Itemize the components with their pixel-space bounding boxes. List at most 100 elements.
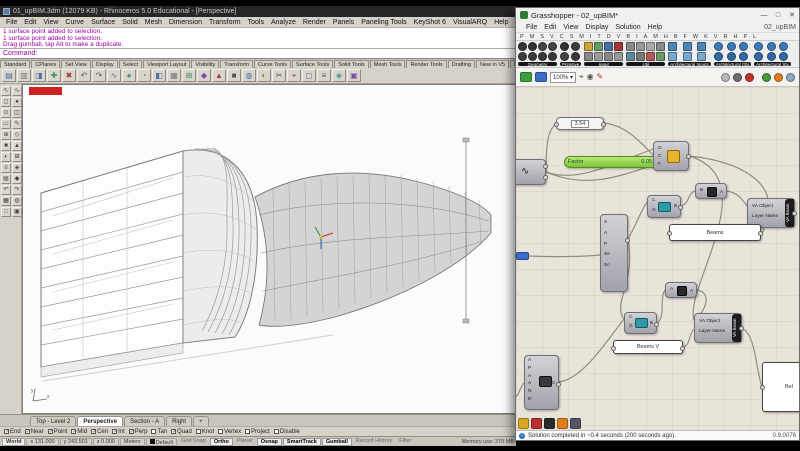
param-icon[interactable]	[697, 42, 707, 51]
input-port-label[interactable]: N	[528, 389, 558, 395]
param-icon[interactable]	[518, 52, 527, 61]
solver-pause-icon[interactable]	[745, 72, 754, 82]
minimize-button[interactable]: —	[757, 9, 771, 22]
osnap-option[interactable]: Disable	[273, 429, 300, 435]
side-toolbar-icon[interactable]: ◆	[12, 174, 22, 184]
output-port[interactable]	[556, 382, 561, 387]
param-icon[interactable]	[548, 52, 557, 61]
osnap-option[interactable]: Point	[47, 429, 67, 435]
toolbar-icon[interactable]: ▤	[2, 69, 16, 82]
panel-group-label[interactable]: Util	[626, 62, 666, 66]
component-tab[interactable]: B	[673, 34, 679, 40]
menu-item[interactable]: Dimension	[166, 19, 205, 26]
output-port[interactable]	[625, 238, 630, 243]
param-icon[interactable]	[656, 42, 666, 51]
component-tab[interactable]: S	[569, 34, 575, 40]
open-file-icon[interactable]	[520, 72, 532, 82]
widget-icon[interactable]	[544, 418, 555, 429]
osnap-checkbox[interactable]	[112, 429, 118, 434]
toolbar-icon[interactable]: ◈	[332, 69, 346, 82]
component-tab[interactable]: R	[722, 34, 728, 40]
toolbar-icon[interactable]: ●	[122, 69, 136, 82]
param-icon[interactable]	[656, 52, 666, 61]
side-toolbar-icon[interactable]: ■	[1, 141, 11, 151]
osnap-checkbox[interactable]	[24, 429, 30, 434]
component-tab[interactable]: M	[578, 34, 585, 40]
osnap-checkbox[interactable]	[71, 429, 77, 434]
panel-group-label[interactable]: Architectural Obj	[713, 62, 752, 66]
input-port[interactable]	[554, 122, 559, 127]
preview-custom-icon[interactable]	[786, 72, 795, 82]
geometry-component-lower[interactable]: C G B	[624, 312, 659, 334]
toolbar-icon[interactable]: ◧	[152, 69, 166, 82]
toolbar-tab[interactable]: Transform	[220, 60, 254, 68]
menu-item[interactable]: Mesh	[142, 19, 165, 26]
toolbar-tab[interactable]: Surface Tools	[292, 60, 334, 68]
side-toolbar-icon[interactable]: ◈	[12, 163, 22, 173]
toolbar-icon[interactable]: ✂	[272, 69, 286, 82]
preview-off-icon[interactable]	[721, 72, 730, 82]
param-icon[interactable]	[604, 42, 614, 51]
menu-item[interactable]: Curve	[62, 19, 87, 26]
menu-item[interactable]: Analyze	[268, 19, 299, 26]
osnap-option[interactable]: Perp	[128, 429, 147, 435]
side-toolbar-icon[interactable]: ↖	[1, 86, 11, 96]
save-file-icon[interactable]	[535, 72, 547, 82]
selected-param-fragment[interactable]	[516, 252, 529, 260]
output-port[interactable]	[654, 322, 659, 327]
osnap-checkbox[interactable]	[273, 429, 279, 434]
menu-item[interactable]: Surface	[88, 19, 118, 26]
osnap-checkbox[interactable]	[91, 429, 97, 434]
status-toggle[interactable]: Planar	[234, 438, 256, 446]
menu-item[interactable]: View	[40, 19, 61, 26]
output-port[interactable]	[680, 346, 685, 351]
input-port-label[interactable]: P	[604, 242, 627, 248]
preview-eye-icon[interactable]: ◉	[587, 72, 594, 82]
input-port-label[interactable]: D	[528, 397, 558, 403]
component-icon[interactable]	[713, 42, 723, 51]
param-icon[interactable]	[604, 52, 614, 61]
toolbar-icon[interactable]: ▦	[167, 69, 181, 82]
toolbar-tab[interactable]: Visibility	[191, 60, 220, 68]
menu-item[interactable]: Render	[300, 19, 329, 26]
component-tab[interactable]: A	[643, 34, 649, 40]
side-toolbar-icon[interactable]: ✎	[12, 119, 22, 129]
component-icon[interactable]	[726, 42, 736, 51]
panel-group-label[interactable]: Architectural Inputs	[668, 62, 711, 66]
side-toolbar-icon[interactable]: ▲	[12, 141, 22, 151]
status-toggle[interactable]: Record History	[353, 438, 395, 446]
grasshopper-canvas[interactable]: ∿ 3.54 Factor 0.05 G C F C G B B A VA Ob…	[516, 87, 799, 430]
maximize-button[interactable]: □	[771, 9, 785, 22]
side-toolbar-icon[interactable]: ≡	[1, 163, 11, 173]
output-port[interactable]	[739, 326, 744, 331]
toolbar-icon[interactable]: ↷	[92, 69, 106, 82]
number-param-component[interactable]: 3.54	[554, 117, 606, 130]
param-icon[interactable]	[594, 42, 604, 51]
component-tab[interactable]: K	[703, 34, 709, 40]
osnap-option[interactable]: Quad	[171, 429, 192, 435]
output-port[interactable]	[686, 154, 691, 159]
param-icon[interactable]	[560, 42, 569, 51]
sketch-pen-icon[interactable]: ✎	[597, 72, 604, 82]
side-toolbar-icon[interactable]: ▦	[1, 196, 11, 206]
va-style-component[interactable]: S A P Se Sc	[600, 214, 630, 292]
component-tab[interactable]: V	[713, 34, 719, 40]
menu-item[interactable]: Help	[491, 19, 511, 26]
output-port[interactable]	[601, 122, 606, 127]
toolbar-icon[interactable]: ✖	[62, 69, 76, 82]
side-toolbar-icon[interactable]: ⊙	[1, 108, 11, 118]
component-icon[interactable]	[779, 42, 789, 51]
component-tab[interactable]: L	[752, 34, 757, 40]
menu-item[interactable]: Edit	[541, 24, 559, 31]
osnap-option[interactable]: Cen	[91, 429, 108, 435]
va-beam-component-lower[interactable]: VA Object Layer Name VA Beam	[694, 313, 744, 343]
side-toolbar-icon[interactable]: ◻	[1, 97, 11, 107]
close-button[interactable]: ✕	[785, 9, 799, 22]
param-icon[interactable]	[626, 52, 636, 61]
geometry-component-upper[interactable]: C G B	[647, 195, 683, 218]
command-line[interactable]: Command:	[0, 49, 516, 59]
toolbar-tab[interactable]: Drafting	[447, 60, 476, 68]
output-port[interactable]	[543, 164, 548, 169]
menu-item[interactable]: Paneling Tools	[358, 19, 409, 26]
osnap-checkbox[interactable]	[218, 429, 224, 434]
